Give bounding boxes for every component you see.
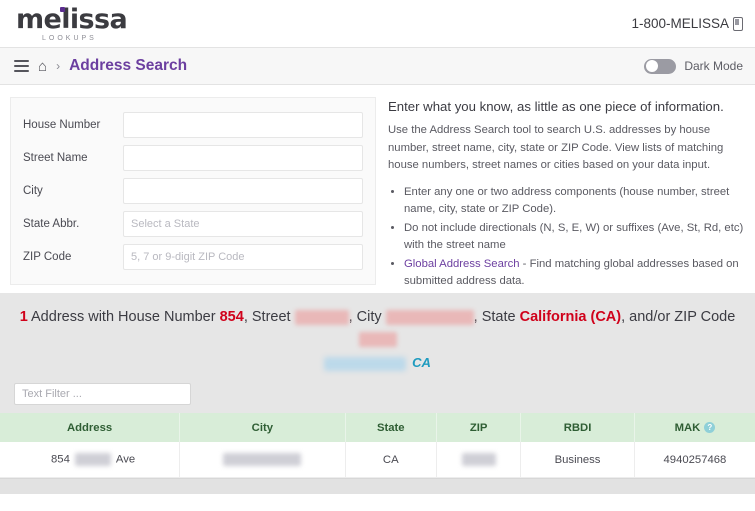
field-street-name: Street Name	[23, 145, 363, 171]
phone-number[interactable]: 1-800-MELISSA	[631, 16, 743, 31]
dark-mode-label: Dark Mode	[684, 59, 743, 73]
list-item: Global Address Search - Find matching gl…	[404, 256, 745, 291]
info-bullet-list: Enter any one or two address components …	[388, 184, 745, 291]
field-house-number: House Number	[23, 112, 363, 138]
label-house-number: House Number	[23, 119, 101, 131]
summary-house-number: 854	[219, 309, 244, 325]
summary-state-line: CA	[14, 353, 741, 373]
zip-code-input[interactable]	[123, 244, 363, 270]
info-panel: Enter what you know, as little as one pi…	[388, 97, 745, 287]
mobile-phone-icon	[733, 16, 743, 31]
redacted-street-cell	[74, 453, 111, 467]
address-search-form: House Number Street Name City State Abbr…	[10, 97, 376, 285]
redacted-zip	[358, 332, 397, 348]
hamburger-menu-icon[interactable]	[14, 60, 29, 72]
breadcrumb: ⌂ › Address Search	[14, 57, 187, 75]
field-zip-code: ZIP Code	[23, 244, 363, 270]
list-item: Enter any one or two address components …	[404, 184, 745, 219]
breadcrumb-bar: ⌂ › Address Search Dark Mode	[0, 47, 755, 85]
summary-text-5: , and/or ZIP Code	[621, 309, 736, 325]
search-section: House Number Street Name City State Abbr…	[0, 85, 755, 287]
logo-wordmark: melissa	[16, 3, 128, 35]
global-address-search-link[interactable]: Global Address Search	[404, 258, 520, 270]
dark-mode-control: Dark Mode	[644, 58, 743, 74]
melissa-logo[interactable]: melissa LOOKUPS	[16, 3, 128, 42]
redacted-street	[294, 309, 349, 325]
list-item: Do not include directionals (N, S, E, W)…	[404, 220, 745, 255]
summary-text-2: , Street	[243, 309, 291, 325]
text-filter-input[interactable]	[14, 383, 191, 406]
cell-zip	[436, 442, 522, 479]
home-icon[interactable]: ⌂	[38, 59, 47, 74]
column-header-rbdi[interactable]: RBDI	[520, 413, 635, 443]
info-icon[interactable]: ?	[704, 422, 716, 434]
cell-city	[179, 442, 346, 479]
cell-rbdi: Business	[520, 442, 635, 479]
house-number-input[interactable]	[123, 112, 363, 138]
table-header-row: Address City State ZIP RBDI MAK?	[0, 413, 755, 443]
summary-state-abbr: CA	[412, 354, 431, 370]
street-name-input[interactable]	[123, 145, 363, 171]
cell-address: 854 Ave	[0, 442, 181, 479]
column-header-zip[interactable]: ZIP	[436, 413, 522, 443]
column-header-state[interactable]: State	[345, 413, 438, 443]
redacted-city	[385, 309, 474, 325]
column-header-mak-label: MAK	[674, 421, 701, 434]
toggle-knob	[646, 60, 659, 72]
summary-text-3: , City	[348, 309, 382, 325]
summary-text-1: Address with House Number	[31, 309, 216, 325]
table-row[interactable]: 854 Ave CA Business 4940257468	[0, 442, 755, 479]
column-header-city[interactable]: City	[179, 413, 346, 443]
summary-text-4: , State	[473, 309, 516, 325]
cell-state: CA	[345, 442, 438, 479]
table-header: Address City State ZIP RBDI MAK?	[0, 413, 755, 443]
filter-bar	[0, 381, 755, 414]
results-table: Address City State ZIP RBDI MAK? 854 Ave …	[0, 413, 755, 479]
dark-mode-toggle[interactable]	[644, 58, 677, 74]
field-state-abbr: State Abbr.	[23, 211, 363, 237]
results-count: 1	[19, 309, 28, 325]
breadcrumb-current-page: Address Search	[69, 57, 188, 74]
summary-state: California (CA)	[519, 309, 622, 325]
label-street-name: Street Name	[23, 152, 88, 164]
table-body: 854 Ave CA Business 4940257468	[0, 442, 755, 479]
redacted-city-cell	[223, 453, 302, 467]
table-footer-strip	[0, 478, 755, 495]
label-zip-code: ZIP Code	[23, 251, 72, 263]
logo-text: melissa	[16, 3, 128, 35]
info-heading: Enter what you know, as little as one pi…	[388, 99, 724, 114]
top-header: melissa LOOKUPS 1-800-MELISSA	[0, 0, 755, 47]
redacted-state-extra	[324, 356, 407, 371]
redacted-zip-cell	[461, 453, 496, 467]
results-summary-banner: 1 Address with House Number 854, Street …	[0, 293, 755, 382]
info-paragraph: Use the Address Search tool to search U.…	[388, 124, 724, 171]
city-input[interactable]	[123, 178, 363, 204]
chevron-right-icon: ›	[56, 59, 61, 73]
cell-address-suffix: Ave	[115, 453, 136, 466]
label-city: City	[23, 185, 43, 197]
field-city: City	[23, 178, 363, 204]
state-abbr-input[interactable]	[123, 211, 363, 237]
logo-subtitle: LOOKUPS	[42, 34, 97, 42]
label-state-abbr: State Abbr.	[23, 218, 80, 230]
column-header-mak[interactable]: MAK?	[634, 413, 755, 443]
cell-mak[interactable]: 4940257468	[634, 442, 755, 479]
column-header-address[interactable]: Address	[0, 413, 181, 443]
logo-dot-icon	[60, 6, 65, 12]
phone-number-label: 1-800-MELISSA	[631, 16, 729, 31]
cell-address-number: 854	[51, 453, 70, 466]
